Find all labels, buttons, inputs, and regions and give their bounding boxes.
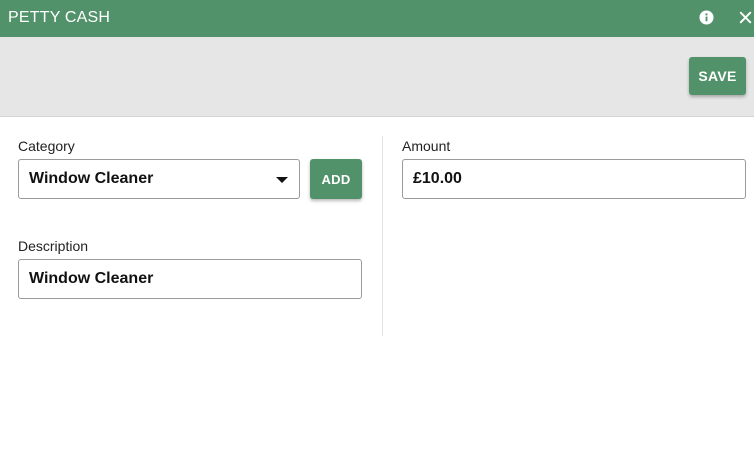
category-label: Category <box>18 138 75 154</box>
category-select[interactable]: Window Cleaner <box>18 159 300 199</box>
category-selected-value: Window Cleaner <box>29 170 154 187</box>
amount-label: Amount <box>402 138 451 154</box>
save-button[interactable]: SAVE <box>689 57 746 95</box>
close-icon[interactable] <box>737 9 754 26</box>
amount-input[interactable] <box>413 160 735 198</box>
amount-field[interactable] <box>402 159 746 199</box>
add-category-button[interactable]: ADD <box>310 159 362 199</box>
title-bar: PETTY CASH <box>0 0 754 37</box>
caret-down-icon <box>276 177 288 183</box>
description-field[interactable] <box>18 259 362 299</box>
description-input[interactable] <box>29 260 351 298</box>
column-divider <box>382 136 383 336</box>
info-icon[interactable] <box>699 10 714 25</box>
window-title: PETTY CASH <box>8 9 111 26</box>
description-label: Description <box>18 238 89 254</box>
toolbar: SAVE <box>0 37 754 117</box>
